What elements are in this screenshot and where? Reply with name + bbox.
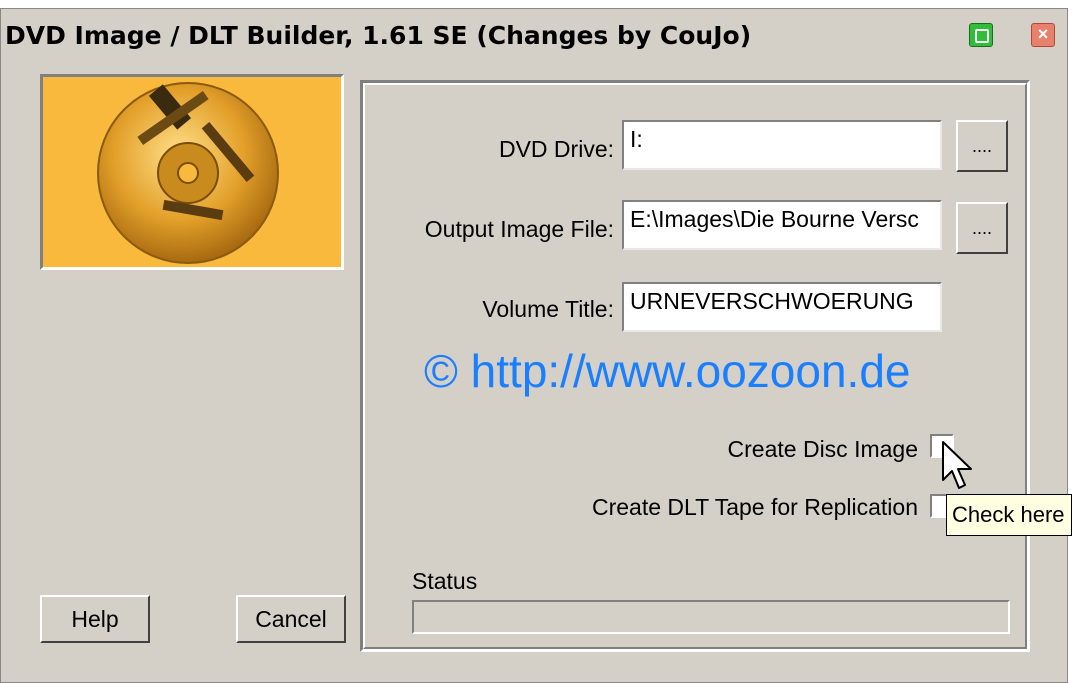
disc-tools-logo [40, 74, 344, 270]
mouse-cursor-icon [942, 441, 972, 489]
create-dlt-tape-label: Create DLT Tape for Replication [591, 494, 918, 520]
create-disc-image-label: Create Disc Image [727, 436, 918, 462]
close-icon[interactable]: × [1031, 23, 1055, 47]
tooltip: Check here [946, 494, 1072, 536]
dvd-drive-input[interactable]: I: [622, 120, 942, 170]
minimize-icon[interactable] [969, 23, 993, 47]
status-label: Status [412, 568, 478, 594]
window-title: DVD Image / DLT Builder, 1.61 SE (Change… [5, 21, 752, 50]
volume-title-input[interactable]: URNEVERSCHWOERUNG [622, 282, 942, 332]
output-image-browse-button[interactable]: .... [956, 202, 1008, 254]
help-button[interactable]: Help [40, 595, 150, 643]
output-image-input[interactable]: E:\Images\Die Bourne Versc [622, 200, 942, 250]
status-progress-bar [412, 600, 1010, 634]
dvd-drive-label: DVD Drive: [498, 136, 614, 162]
dvd-drive-browse-button[interactable]: .... [956, 120, 1008, 172]
volume-title-label: Volume Title: [482, 296, 614, 322]
title-bar[interactable]: DVD Image / DLT Builder, 1.61 SE (Change… [1, 9, 1067, 67]
cancel-button[interactable]: Cancel [236, 595, 346, 643]
output-image-label: Output Image File: [424, 216, 614, 242]
website-watermark: © http://www.oozoon.de [424, 345, 911, 397]
